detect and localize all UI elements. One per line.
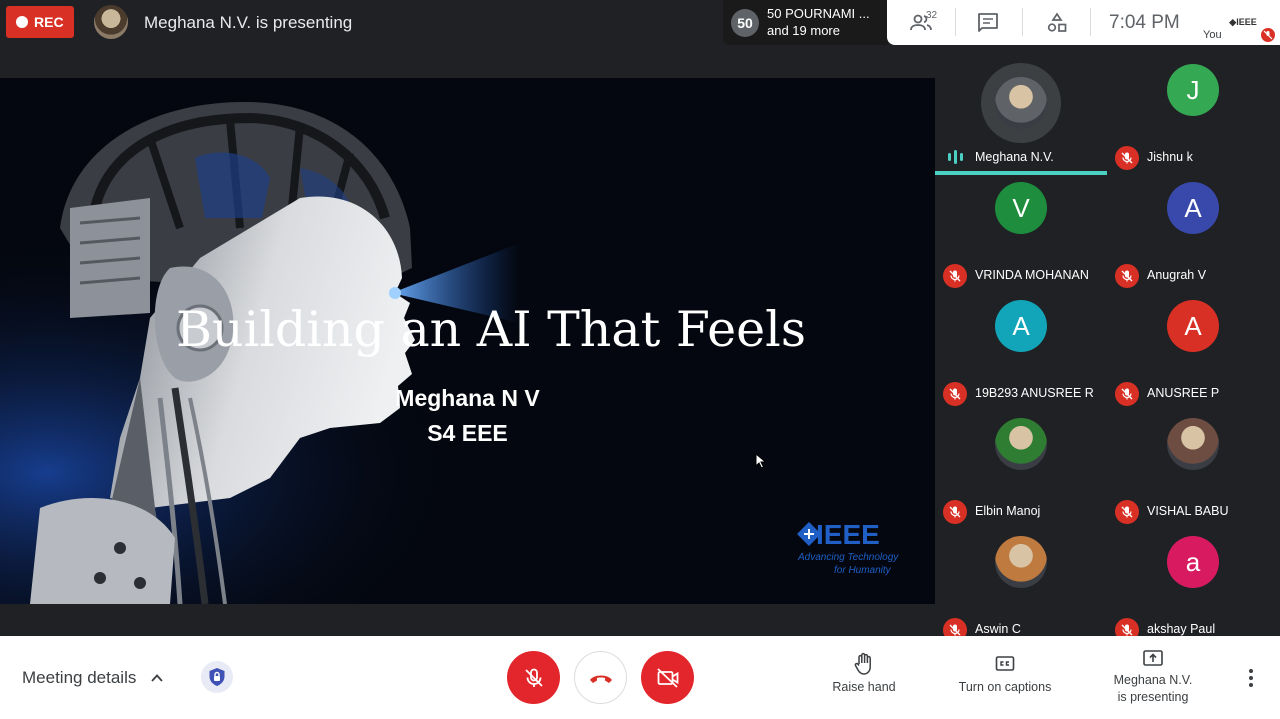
self-view-tile[interactable]: ◆IEEE You bbox=[1199, 0, 1280, 45]
chat-icon[interactable] bbox=[976, 11, 1000, 35]
participant-tile[interactable]: J Jishnu k bbox=[1107, 58, 1279, 176]
muted-mic-icon bbox=[1115, 264, 1139, 288]
activities-icon[interactable] bbox=[1045, 11, 1069, 35]
participant-avatar bbox=[1167, 418, 1219, 470]
recording-label: REC bbox=[34, 14, 64, 30]
captions-label: Turn on captions bbox=[958, 680, 1052, 694]
participant-tile[interactable]: A Anugrah V bbox=[1107, 176, 1279, 294]
slide-class-name: S4 EEE bbox=[427, 420, 508, 446]
camera-off-icon bbox=[656, 667, 678, 688]
participant-avatar: V bbox=[995, 182, 1047, 234]
participant-tile[interactable]: Meghana N.V. bbox=[935, 58, 1107, 176]
participant-tile[interactable]: V VRINDA MOHANAN bbox=[935, 176, 1107, 294]
divider bbox=[955, 8, 956, 36]
presenting-label-line-1: Meghana N.V. bbox=[1113, 673, 1193, 687]
participant-grid: Meghana N.V. J Jishnu k V VRINDA MOHANAN A Anu… bbox=[935, 46, 1280, 642]
participant-name: VRINDA MOHANAN bbox=[975, 268, 1089, 282]
participant-name: ANUSREE P bbox=[1147, 386, 1220, 400]
clock: 7:04 PM bbox=[1109, 12, 1180, 33]
participant-avatar: A bbox=[1167, 182, 1219, 234]
speaking-indicator-icon bbox=[948, 150, 963, 164]
other-participants-chip[interactable]: 50 50 POURNAMI ... and 19 more bbox=[723, 0, 888, 45]
participant-avatar: A bbox=[995, 300, 1047, 352]
muted-mic-icon bbox=[1115, 500, 1139, 524]
participant-tile[interactable]: VISHAL BABU bbox=[1107, 412, 1279, 530]
participant-avatar: A bbox=[1167, 300, 1219, 352]
active-speaker-bar bbox=[935, 171, 1107, 175]
top-right-toolbar: 32 7:04 PM ◆IEEE You bbox=[887, 0, 1280, 45]
top-bar: REC Meghana N.V. is presenting 50 50 POU… bbox=[0, 0, 1280, 46]
chevron-up-icon[interactable] bbox=[150, 671, 164, 685]
others-line-2: and 19 more bbox=[767, 23, 840, 38]
presenting-status-button[interactable]: Meghana N.V. is presenting bbox=[1100, 648, 1206, 706]
raise-hand-button[interactable]: Raise hand bbox=[826, 652, 902, 694]
participant-name: akshay Paul bbox=[1147, 622, 1216, 636]
host-controls-shield-icon[interactable] bbox=[201, 661, 233, 693]
captions-button[interactable]: Turn on captions bbox=[950, 652, 1060, 694]
ieee-tagline-1: Advancing Technology bbox=[798, 552, 899, 563]
mouse-cursor-icon bbox=[755, 453, 767, 469]
muted-mic-icon bbox=[943, 382, 967, 406]
self-tile-logo: ◆IEEE bbox=[1221, 9, 1265, 35]
participant-name: Aswin C bbox=[975, 622, 1021, 636]
leave-call-button[interactable] bbox=[574, 651, 627, 704]
slide-presenter-name: Meghana N V bbox=[395, 385, 540, 411]
camera-toggle-button[interactable] bbox=[641, 651, 694, 704]
muted-mic-icon bbox=[943, 500, 967, 524]
participants-count-badge: 32 bbox=[926, 10, 938, 21]
present-screen-icon bbox=[1143, 650, 1163, 666]
participant-tile[interactable]: Aswin C bbox=[935, 530, 1107, 648]
recording-badge: REC bbox=[6, 6, 74, 38]
participant-name: Meghana N.V. bbox=[975, 150, 1054, 164]
participant-avatar bbox=[995, 418, 1047, 470]
muted-mic-icon bbox=[1261, 28, 1275, 42]
self-tile-label: You bbox=[1203, 29, 1222, 41]
others-line-1: 50 POURNAMI ... bbox=[767, 6, 870, 21]
divider bbox=[1022, 8, 1023, 36]
muted-mic-icon bbox=[1115, 382, 1139, 406]
ieee-tagline-2: for Humanity bbox=[834, 565, 891, 576]
participant-name: 19B293 ANUSREE R bbox=[975, 386, 1094, 400]
participant-tile[interactable]: A ANUSREE P bbox=[1107, 294, 1279, 412]
participant-name: Elbin Manoj bbox=[975, 504, 1041, 518]
participant-name: VISHAL BABU bbox=[1147, 504, 1229, 518]
bottom-control-bar: Meeting details Raise hand Turn on capti… bbox=[0, 636, 1280, 719]
participant-avatar: a bbox=[1167, 536, 1219, 588]
participant-tile[interactable]: Elbin Manoj bbox=[935, 412, 1107, 530]
hand-icon bbox=[854, 652, 871, 675]
ieee-logo: IEEE Advancing Technology for Humanity bbox=[796, 519, 906, 579]
presentation-stage: Building an AI That Feels Meghana N V S4… bbox=[0, 78, 935, 604]
presenting-status: Meghana N.V. is presenting bbox=[144, 13, 353, 32]
muted-mic-icon bbox=[943, 264, 967, 288]
slide-title: Building an AI That Feels bbox=[176, 301, 806, 358]
participant-name: Anugrah V bbox=[1147, 268, 1207, 282]
mic-off-icon bbox=[524, 668, 543, 687]
participant-tile[interactable]: a akshay Paul bbox=[1107, 530, 1279, 648]
participant-avatar: J bbox=[1167, 64, 1219, 116]
participant-tile[interactable]: A 19B293 ANUSREE R bbox=[935, 294, 1107, 412]
meet-window: REC Meghana N.V. is presenting 50 50 POU… bbox=[0, 0, 1280, 719]
closed-captions-icon bbox=[995, 656, 1015, 671]
microphone-toggle-button[interactable] bbox=[507, 651, 560, 704]
ieee-wordmark: IEEE bbox=[816, 519, 880, 550]
others-count-avatar: 50 bbox=[731, 9, 759, 37]
more-options-icon[interactable] bbox=[1243, 668, 1259, 688]
hang-up-icon bbox=[589, 675, 612, 683]
participant-name: Jishnu k bbox=[1147, 150, 1193, 164]
divider bbox=[1090, 8, 1091, 36]
presenting-label-line-2: is presenting bbox=[1117, 690, 1189, 704]
record-dot-icon bbox=[16, 16, 28, 28]
meeting-details-button[interactable]: Meeting details bbox=[22, 668, 136, 688]
participant-avatar bbox=[995, 536, 1047, 588]
participant-avatar bbox=[995, 77, 1047, 129]
raise-hand-label: Raise hand bbox=[832, 680, 896, 694]
presenter-avatar bbox=[94, 5, 128, 39]
muted-mic-icon bbox=[1115, 146, 1139, 170]
